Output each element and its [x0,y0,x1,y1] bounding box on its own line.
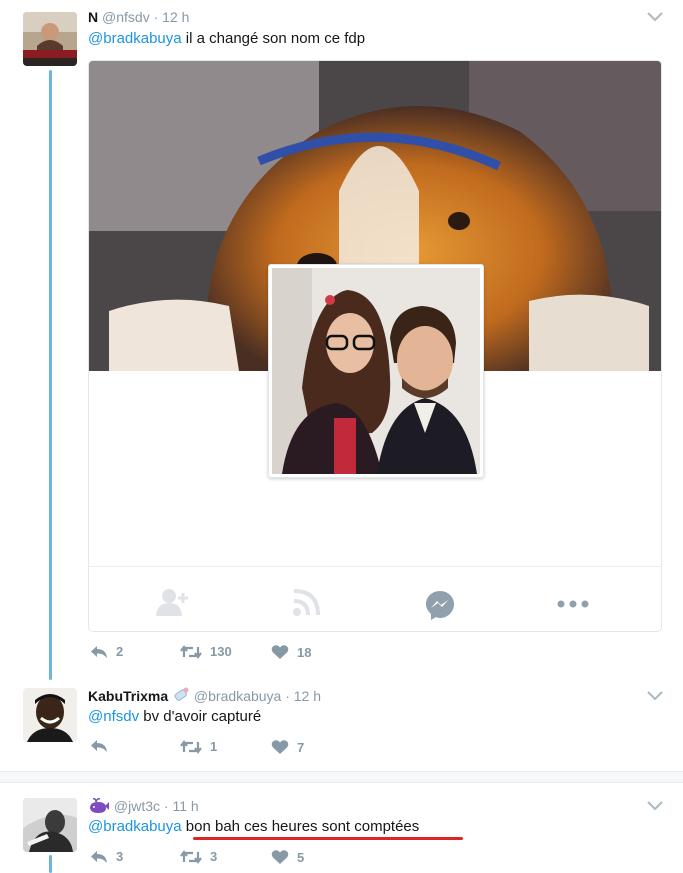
profile-photo [272,268,480,474]
retweet-count: 3 [210,849,218,864]
like-action[interactable]: 7 [271,739,304,755]
tweet-text: @bradkabuya il a changé son nom ce fdp [88,30,365,47]
tweet-3[interactable]: @jwt3c · 11 h @bradkabuya bon bah ces he… [0,783,683,873]
tweet-text: @bradkabuya bon bah ces heures sont comp… [88,818,419,835]
avatar[interactable] [23,12,77,66]
avatar[interactable] [23,688,77,742]
like-count: 5 [297,849,305,865]
reply-icon [91,740,107,752]
separator-dot: · [163,798,169,814]
like-count: 18 [297,644,312,660]
tweet-text: @nfsdv bv d'avoir capturé [88,708,261,725]
chevron-down-icon[interactable] [647,12,663,22]
retweet-icon [180,644,202,659]
timestamp[interactable]: 11 h [172,798,198,814]
mention-link[interactable]: @nfsdv [88,708,139,725]
retweet-action[interactable]: 3 [180,849,217,864]
baby-bottle-emoji-icon [172,687,190,706]
tweet-header: KabuTrixma @bradkabuya · 12 h [88,687,321,706]
tweet-header: N @nfsdv · 12 h [88,9,189,25]
tweet-2[interactable]: KabuTrixma @bradkabuya · 12 h @nfsdv bv … [0,682,683,770]
retweet-count: 1 [210,739,218,754]
timestamp[interactable]: 12 h [162,9,189,25]
like-count: 7 [297,739,305,755]
like-icon [271,850,289,864]
display-name[interactable]: KabuTrixma [88,688,168,704]
like-action[interactable]: 5 [271,849,304,865]
card-action-bar [89,566,661,631]
retweet-action[interactable]: 130 [180,644,232,659]
thread-line [49,855,52,873]
username[interactable]: @nfsdv [102,9,150,25]
rss-icon[interactable] [292,587,322,617]
tweet-1[interactable]: N @nfsdv · 12 h @bradkabuya il a changé … [0,0,683,682]
separator-dot: · [153,9,159,25]
media-card[interactable] [88,60,662,632]
reply-action[interactable]: 2 [90,644,123,659]
thread-line [49,70,52,680]
tweet-body: bon bah ces heures sont comptées [181,818,420,835]
profile-photo-frame[interactable] [268,264,484,478]
retweet-icon [180,849,202,864]
more-icon[interactable] [557,600,589,608]
red-highlight-underline [193,837,463,840]
mention-link[interactable]: @bradkabuya [88,818,182,835]
separator-dot: · [285,688,290,704]
reply-action[interactable]: 3 [90,849,123,864]
retweet-count: 130 [210,644,232,659]
retweet-icon [180,739,202,754]
avatar[interactable] [23,798,77,852]
tweet-body: bv d'avoir capturé [139,708,262,725]
reply-count: 2 [116,644,124,659]
conversation-gap [0,772,683,782]
messenger-icon[interactable] [424,589,456,621]
tweet-body: il a changé son nom ce fdp [181,30,366,47]
whale-emoji-icon [88,798,110,817]
tweet-header: @jwt3c · 11 h [88,798,199,817]
like-icon [271,740,289,754]
timestamp[interactable]: 12 h [294,688,321,704]
like-icon [271,645,289,659]
like-action[interactable]: 18 [271,644,311,660]
reply-count: 3 [116,849,124,864]
display-name[interactable]: N [88,9,98,25]
add-friend-icon[interactable] [155,587,189,617]
username[interactable]: @bradkabuya [194,688,281,704]
retweet-action[interactable]: 1 [180,739,217,754]
chevron-down-icon[interactable] [647,801,663,811]
username[interactable]: @jwt3c [114,798,160,814]
chevron-down-icon[interactable] [647,691,663,701]
mention-link[interactable]: @bradkabuya [88,30,182,47]
reply-icon [91,645,107,658]
reply-icon [91,850,107,863]
reply-action[interactable] [90,739,116,753]
